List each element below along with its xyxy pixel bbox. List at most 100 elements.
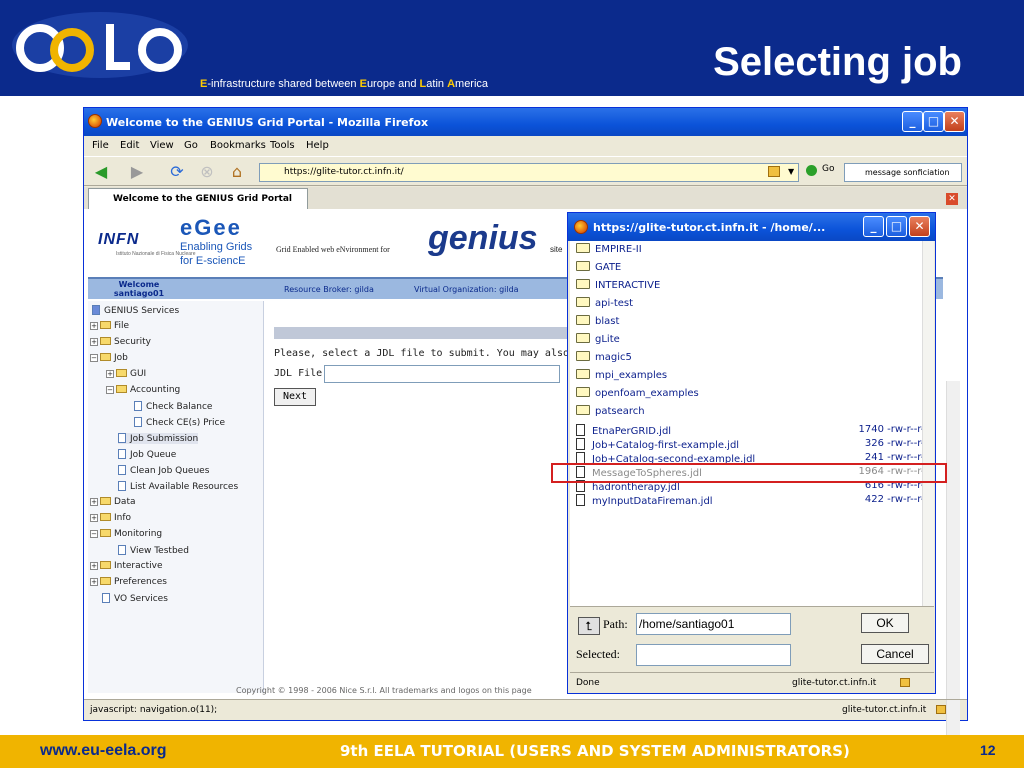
home-icon[interactable]: ⌂	[226, 162, 248, 182]
folder-open-icon	[116, 385, 127, 393]
up-folder-icon[interactable]: ⮤	[578, 617, 600, 635]
tree-item-preferences[interactable]: + Preferences	[90, 577, 167, 587]
menu-bookmarks[interactable]: Bookmarks	[210, 140, 266, 151]
document-icon	[118, 545, 126, 555]
menu-file[interactable]: File	[92, 140, 109, 151]
folder-item[interactable]: mpi_examples	[576, 369, 667, 385]
tree-item-check-ce-price[interactable]: Check CE(s) Price	[134, 417, 225, 428]
page-number: 12	[980, 742, 996, 758]
tree-item-info[interactable]: + Info	[90, 513, 131, 523]
url-input[interactable]: https://glite-tutor.ct.infn.it/	[259, 163, 799, 182]
reload-icon[interactable]: ⟳	[166, 162, 188, 182]
tree-item-file[interactable]: + File	[90, 321, 129, 331]
tab-close-icon[interactable]: ✕	[946, 193, 958, 205]
document-icon	[118, 449, 126, 459]
popup-close-button[interactable]: ✕	[909, 216, 930, 237]
menu-view[interactable]: View	[150, 140, 174, 151]
folder-icon	[576, 405, 590, 415]
close-button[interactable]: ✕	[944, 111, 965, 132]
tree-item-data[interactable]: + Data	[90, 497, 136, 507]
cancel-button[interactable]: Cancel	[861, 644, 929, 664]
popup-scrollbar[interactable]	[922, 241, 934, 606]
file-item[interactable]: myInputDataFireman.jdl 422 -rw-r--r--	[576, 494, 928, 510]
tree-item-job-submission[interactable]: Job Submission	[118, 433, 199, 444]
back-arrow-icon[interactable]: ◀	[90, 162, 112, 182]
slide-title: Selecting job	[713, 40, 962, 84]
menu-help[interactable]: Help	[306, 140, 329, 151]
folder-icon	[100, 513, 111, 521]
maximize-button[interactable]: □	[923, 111, 944, 132]
selected-input[interactable]	[636, 644, 791, 666]
tree-item-list-resources[interactable]: List Available Resources	[118, 481, 238, 492]
jdl-file-label: JDL File	[274, 368, 323, 379]
ok-button[interactable]: OK	[861, 613, 909, 633]
tree-root[interactable]: GENIUS Services	[92, 305, 179, 316]
stop-icon[interactable]: ⊗	[196, 162, 218, 182]
window-titlebar[interactable]: Welcome to the GENIUS Grid Portal - Mozi…	[84, 108, 967, 136]
go-icon[interactable]	[806, 165, 817, 176]
folder-item[interactable]: blast	[576, 315, 619, 331]
go-button[interactable]: Go	[822, 164, 834, 174]
folder-item[interactable]: api-test	[576, 297, 633, 313]
tree-item-monitoring[interactable]: − Monitoring	[90, 529, 162, 539]
folder-icon	[116, 369, 127, 377]
tree-item-interactive[interactable]: + Interactive	[90, 561, 162, 571]
folder-item[interactable]: patsearch	[576, 405, 645, 421]
file-icon	[576, 424, 585, 436]
tab-genius-portal[interactable]: Welcome to the GENIUS Grid Portal	[88, 188, 308, 210]
document-icon	[118, 481, 126, 491]
tree-item-gui[interactable]: + GUI	[106, 369, 146, 379]
services-tree: GENIUS Services + File + Security − Job + GU…	[88, 301, 264, 693]
menu-tools[interactable]: Tools	[270, 140, 295, 151]
forward-arrow-icon[interactable]: ▶	[126, 162, 148, 182]
document-icon	[134, 417, 142, 427]
folder-item[interactable]: gLite	[576, 333, 620, 349]
tree-item-job-queue[interactable]: Job Queue	[118, 449, 176, 460]
folder-item[interactable]: GATE	[576, 261, 621, 277]
minimize-button[interactable]: _	[902, 111, 923, 132]
egee-tagline-2: for E-sciencE	[180, 255, 246, 267]
search-input[interactable]: message sonficiation	[844, 163, 962, 182]
folder-icon	[576, 243, 590, 253]
folder-item[interactable]: INTERACTIVE	[576, 279, 660, 295]
copyright-text: Copyright © 1998 - 2006 Nice S.r.l. All …	[236, 686, 532, 695]
file-icon	[576, 438, 585, 450]
dropdown-arrow-icon[interactable]: ▼	[788, 167, 794, 176]
grid-environment-text: Grid Enabled web eNvironment for	[276, 245, 390, 254]
popup-titlebar[interactable]: https://glite-tutor.ct.infn.it - /home/.…	[568, 213, 935, 241]
folder-item[interactable]: magic5	[576, 351, 632, 367]
egee-logo: eGee	[180, 215, 242, 240]
tree-item-security[interactable]: + Security	[90, 337, 151, 347]
folder-icon	[576, 279, 590, 289]
folder-icon	[576, 351, 590, 361]
resource-broker-label: Resource Broker: gilda	[284, 285, 374, 294]
folder-icon	[576, 369, 590, 379]
tree-item-vo-services[interactable]: VO Services	[102, 593, 168, 604]
status-text: javascript: navigation.o(11);	[90, 705, 218, 715]
folder-item[interactable]: openfoam_examples	[576, 387, 699, 403]
jdl-file-input[interactable]	[324, 365, 560, 383]
menu-go[interactable]: Go	[184, 140, 198, 151]
tree-item-check-balance[interactable]: Check Balance	[134, 401, 212, 412]
tree-item-accounting[interactable]: − Accounting	[106, 385, 180, 395]
path-label: Path:	[603, 617, 628, 631]
path-input[interactable]: /home/santiago01	[636, 613, 791, 635]
folder-icon	[576, 315, 590, 325]
tree-item-job[interactable]: − Job	[90, 353, 128, 363]
file-icon	[576, 494, 585, 506]
popup-minimize-button[interactable]: _	[863, 216, 884, 237]
tree-item-clean-job-queues[interactable]: Clean Job Queues	[118, 465, 209, 476]
popup-maximize-button[interactable]: □	[886, 216, 907, 237]
menu-edit[interactable]: Edit	[120, 140, 139, 151]
next-button[interactable]: Next	[274, 388, 316, 406]
tree-item-view-testbed[interactable]: View Testbed	[118, 545, 189, 556]
folder-item[interactable]: EMPIRE-II	[576, 243, 642, 259]
menu-bar: File Edit View Go Bookmarks Tools Help	[84, 136, 967, 156]
browser-status-bar: javascript: navigation.o(11); glite-tuto…	[84, 699, 967, 720]
folder-icon	[576, 333, 590, 343]
folder-icon	[100, 561, 111, 569]
window-title: Welcome to the GENIUS Grid Portal - Mozi…	[106, 116, 429, 129]
firefox-icon	[574, 220, 588, 234]
lock-icon	[768, 166, 780, 177]
genius-logo: genius	[428, 219, 538, 257]
